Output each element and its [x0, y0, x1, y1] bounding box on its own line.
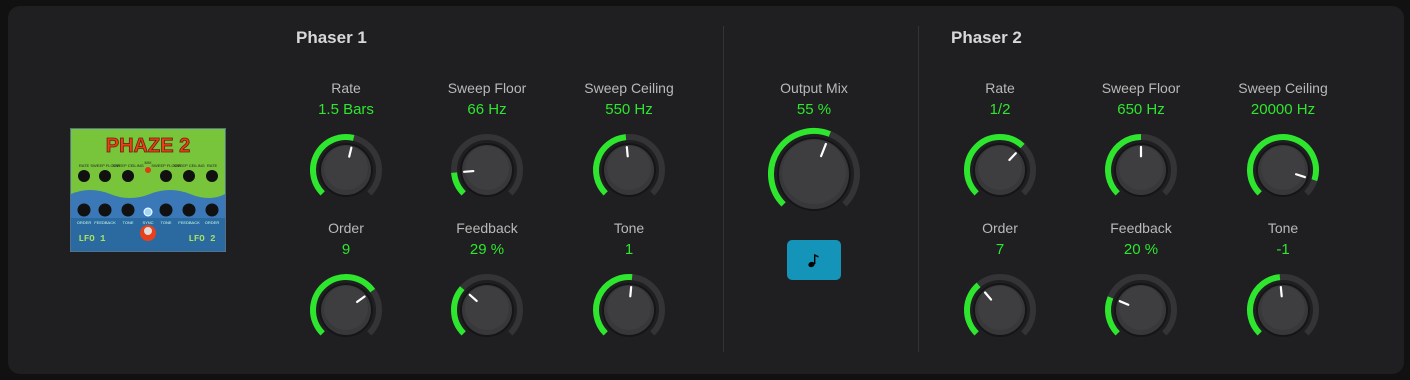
knob-value: 1.5 Bars [318, 101, 374, 118]
pedal-top-label: RATE [207, 163, 218, 168]
knob-label: Order [982, 220, 1018, 236]
svg-text:LFO 2: LFO 2 [188, 234, 215, 244]
knob-value: -1 [1276, 241, 1290, 258]
knob-label: Rate [985, 80, 1015, 96]
output-mix: Output Mix 55 % [744, 79, 884, 224]
knob-label: Sweep Ceiling [1238, 80, 1328, 96]
divider-left [723, 26, 724, 352]
music-note-icon [808, 254, 819, 268]
tone-knob[interactable] [589, 270, 669, 350]
knob-label: Tone [1267, 220, 1299, 236]
knob-value: 1/2 [989, 101, 1011, 118]
sweep-ceiling-knob[interactable] [589, 130, 669, 210]
rate-knob[interactable] [960, 130, 1040, 210]
knob-label: Order [328, 220, 364, 236]
feedback-knob[interactable] [1101, 270, 1181, 350]
sync-button[interactable] [787, 240, 841, 280]
knob-label: Feedback [1110, 220, 1172, 236]
knob-value: 650 Hz [1117, 101, 1165, 118]
sweep-floor-knob[interactable] [447, 130, 527, 210]
pedal-bottom-label: TONE [160, 220, 171, 225]
phaser-1-sweep-ceiling: Sweep Ceiling 550 Hz [559, 79, 699, 210]
knob-value: 550 Hz [605, 101, 653, 118]
phaser-2-rate: Rate 1/2 [930, 79, 1070, 210]
knob-value: 29 % [469, 241, 505, 258]
phaser-1-tone: Tone 1 [559, 219, 699, 350]
knob-label: Feedback [456, 220, 518, 236]
knob-label: Output Mix [780, 80, 848, 96]
order-knob[interactable] [960, 270, 1040, 350]
pedal-bottom-label: ORDER [205, 220, 220, 225]
pedal-top-label: SWEEP CEILING [173, 163, 205, 168]
knob-value: 55 % [796, 101, 832, 118]
knob-value: 20000 Hz [1250, 101, 1316, 118]
knob-value: 66 Hz [467, 101, 507, 118]
phaze-2-pedal-image: PHAZE 2 LFO 1 LFO 2 RATE SWEEP FLOORSWEEP… [70, 128, 226, 252]
phaser-2-sweep-floor: Sweep Floor 650 Hz [1071, 79, 1211, 210]
output-mix-knob[interactable] [764, 124, 864, 224]
pedal-top-label: RATE [79, 163, 90, 168]
knob-value: 20 % [1123, 241, 1159, 258]
svg-text:PHAZE 2: PHAZE 2 [106, 135, 190, 157]
phaser-2-title: Phaser 2 [951, 28, 1022, 47]
divider-right [918, 26, 919, 352]
phaser-2-sweep-ceiling: Sweep Ceiling 20000 Hz [1213, 79, 1353, 210]
rate-knob[interactable] [306, 130, 386, 210]
phaser-1-feedback: Feedback 29 % [417, 219, 557, 350]
knob-label: Sweep Ceiling [584, 80, 674, 96]
knob-label: Sweep Floor [447, 80, 527, 96]
phaser-1-order: Order 9 [276, 219, 416, 350]
knob-value: 1 [624, 241, 634, 258]
pedal-bottom-label: ORDER [77, 220, 92, 225]
knob-label: Tone [613, 220, 645, 236]
sweep-floor-knob[interactable] [1101, 130, 1181, 210]
pedal-bottom-label: FEEDBACK [94, 220, 116, 225]
knob-label: Sweep Floor [1101, 80, 1181, 96]
feedback-knob[interactable] [447, 270, 527, 350]
pedal-bottom-label: FEEDBACK [178, 220, 200, 225]
phaser-1-sweep-floor: Sweep Floor 66 Hz [417, 79, 557, 210]
phaser-2-feedback: Feedback 20 % [1071, 219, 1211, 350]
pedal-bottom-label: SYNC [142, 220, 153, 225]
order-knob[interactable] [306, 270, 386, 350]
phaser-1-title: Phaser 1 [296, 28, 367, 47]
pedal-bottom-label: TONE [122, 220, 133, 225]
knob-label: Rate [331, 80, 361, 96]
knob-value: 7 [995, 241, 1005, 258]
sweep-ceiling-knob[interactable] [1243, 130, 1323, 210]
phaser-1-rate: Rate 1.5 Bars [276, 79, 416, 210]
svg-text:LFO 1: LFO 1 [78, 234, 106, 244]
tone-knob[interactable] [1243, 270, 1323, 350]
phaser-2-tone: Tone -1 [1213, 219, 1353, 350]
knob-value: 9 [341, 241, 351, 258]
phaser-2-order: Order 7 [930, 219, 1070, 350]
pedal-top-label: SWEEP CEILING [112, 163, 144, 168]
